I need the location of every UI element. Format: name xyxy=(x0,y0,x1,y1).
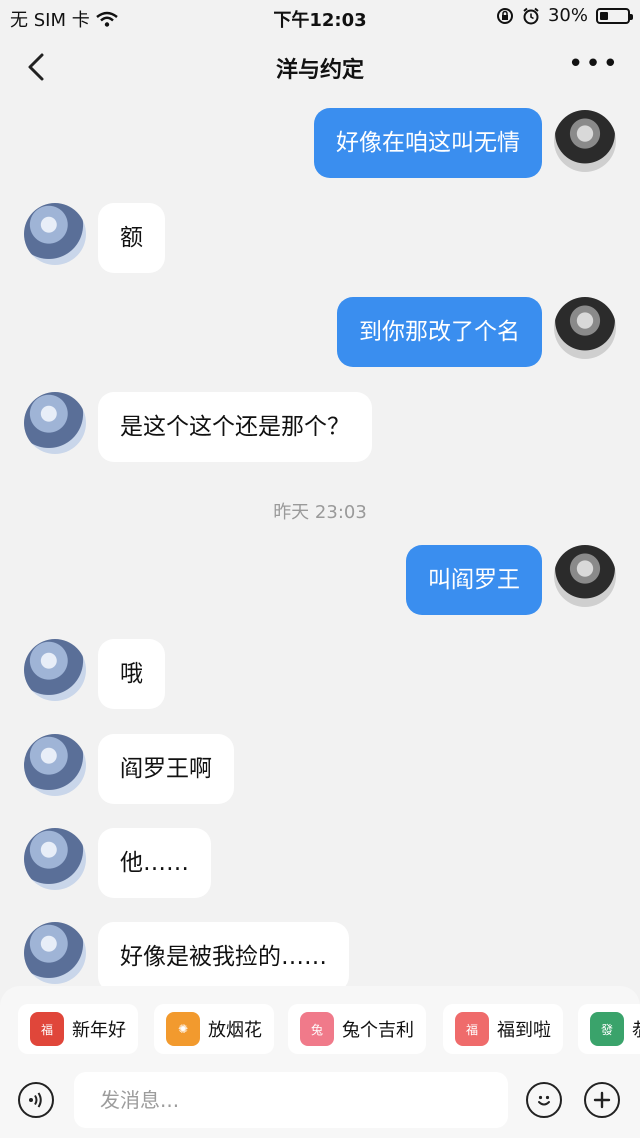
contact-avatar[interactable] xyxy=(24,639,86,701)
message-row: 好像在咱这叫无情 xyxy=(0,108,640,180)
voice-icon xyxy=(29,1092,42,1108)
battery-fill xyxy=(600,11,608,20)
contact-avatar[interactable] xyxy=(24,828,86,890)
add-attachment-button[interactable] xyxy=(584,1082,620,1118)
quick-reply-bar[interactable]: 福 新年好 ✺ 放烟花 兔 兔个吉利 福 福到啦 發 恭 xyxy=(0,986,640,1072)
contact-avatar[interactable] xyxy=(24,734,86,796)
battery-icon xyxy=(596,7,633,24)
rotation-lock-icon xyxy=(496,7,513,24)
quick-reply-label: 放烟花 xyxy=(208,1020,262,1041)
lucky-pig-icon: 福 xyxy=(455,1012,489,1046)
received-message-bubble[interactable]: 是这个这个还是那个？ xyxy=(98,392,372,462)
received-message-bubble[interactable]: 好像是被我捡的…… xyxy=(98,922,349,986)
battery-percent: 30% xyxy=(547,5,588,26)
my-avatar[interactable] xyxy=(554,545,616,607)
received-message-bubble[interactable]: 哦 xyxy=(98,639,165,709)
my-avatar[interactable] xyxy=(554,297,616,359)
quick-reply-congrats[interactable]: 發 恭 xyxy=(578,1004,640,1054)
mahjong-icon: 發 xyxy=(590,1012,624,1046)
sent-message-bubble[interactable]: 好像在咱这叫无情 xyxy=(314,108,542,178)
message-row: 好像是被我捡的…… xyxy=(0,922,640,986)
timestamp-divider: 昨天 23:03 xyxy=(273,502,367,523)
quick-reply-fortune[interactable]: 福 福到啦 xyxy=(443,1004,563,1054)
quick-reply-label: 恭 xyxy=(632,1016,640,1042)
emoji-button[interactable] xyxy=(526,1082,562,1118)
more-options-icon[interactable]: ••• xyxy=(568,51,620,77)
quick-reply-label: 兔个吉利 xyxy=(342,1020,414,1041)
alarm-icon xyxy=(523,7,539,24)
message-input[interactable] xyxy=(74,1072,508,1128)
voice-input-button[interactable] xyxy=(18,1082,54,1118)
received-message-bubble[interactable]: 阎罗王啊 xyxy=(98,734,234,804)
status-right: 30% xyxy=(496,5,633,26)
contact-avatar[interactable] xyxy=(24,392,86,454)
message-row: 哦 xyxy=(0,639,640,711)
sent-message-bubble[interactable]: 叫阎罗王 xyxy=(406,545,542,615)
message-row: 到你那改了个名 xyxy=(0,297,640,369)
quick-reply-rabbit[interactable]: 兔 兔个吉利 xyxy=(288,1004,426,1054)
message-row: 阎罗王啊 xyxy=(0,734,640,806)
sent-message-bubble[interactable]: 到你那改了个名 xyxy=(337,297,542,367)
message-row: 他…… xyxy=(0,828,640,900)
chat-title: 洋与约定 xyxy=(275,58,364,83)
rabbit-icon: 兔 xyxy=(300,1012,334,1046)
contact-avatar[interactable] xyxy=(24,922,86,984)
status-bar: 无 SIM 卡 下午12:03 30% xyxy=(0,0,640,34)
message-row: 是这个这个还是那个？ xyxy=(0,392,640,464)
quick-reply-label: 新年好 xyxy=(72,1020,126,1041)
message-row: 额 xyxy=(0,203,640,275)
contact-avatar[interactable] xyxy=(24,203,86,265)
smiley-icon xyxy=(538,1095,550,1106)
input-bar xyxy=(0,1072,640,1138)
received-message-bubble[interactable]: 额 xyxy=(98,203,165,273)
message-list[interactable]: 好像在咱这叫无情 额 到你那改了个名 是这个这个还是那个？ 昨天 23:03 叫… xyxy=(0,98,640,986)
nav-bar: 洋与约定 ••• xyxy=(0,34,640,98)
plus-icon xyxy=(593,1091,611,1109)
quick-reply-fireworks[interactable]: ✺ 放烟花 xyxy=(154,1004,274,1054)
firework-icon: ✺ xyxy=(166,1012,200,1046)
quick-reply-label: 福到啦 xyxy=(497,1020,551,1041)
my-avatar[interactable] xyxy=(554,110,616,172)
message-row: 叫阎罗王 xyxy=(0,545,640,617)
lion-dance-icon: 福 xyxy=(30,1012,64,1046)
quick-reply-new-year[interactable]: 福 新年好 xyxy=(18,1004,138,1054)
received-message-bubble[interactable]: 他…… xyxy=(98,828,211,898)
